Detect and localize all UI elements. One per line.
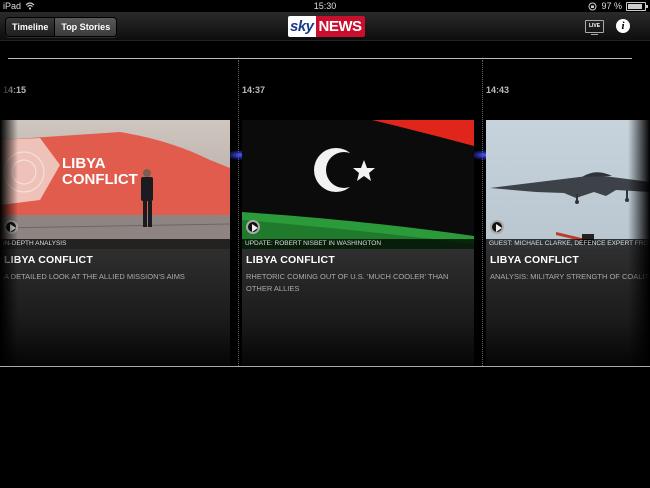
play-icon[interactable] — [4, 220, 18, 234]
logo-sky: sky — [288, 16, 316, 37]
story-card[interactable]: 14:15 LIBYA CONFLICT In-depth analysis — [0, 60, 230, 366]
story-info[interactable]: LIBYA CONFLICT Analysis: Military streng… — [486, 249, 650, 366]
play-icon[interactable] — [490, 220, 504, 234]
story-summary: A detailed look at the allied mission's … — [4, 272, 185, 281]
video-caption: In-depth analysis — [0, 239, 230, 249]
story-summary: Rhetoric coming out of U.S. 'much cooler… — [246, 272, 449, 293]
story-time: 14:43 — [486, 85, 510, 95]
status-time: 15:30 — [313, 1, 337, 11]
tab-timeline[interactable]: Timeline — [6, 18, 55, 36]
story-divider — [238, 60, 239, 366]
story-summary: Analysis: Military strength of coalition — [490, 272, 650, 281]
live-tv-button[interactable]: LIVE — [585, 20, 604, 35]
play-icon[interactable] — [246, 220, 260, 234]
story-info[interactable]: LIBYA CONFLICT A detailed look at the al… — [0, 249, 230, 366]
orientation-lock-icon — [588, 2, 597, 10]
story-divider — [482, 60, 483, 366]
logo-news: NEWS — [315, 16, 365, 37]
studio-map-image: LIBYA CONFLICT — [0, 120, 230, 249]
thumb-title-line1: LIBYA — [62, 155, 106, 172]
video-caption: Guest: Michael Clarke, Defence Expert fr… — [486, 239, 650, 249]
story-headline: LIBYA CONFLICT — [490, 254, 579, 266]
timeline-bottom-rule — [0, 366, 650, 367]
thumb-title-line2: CONFLICT — [62, 171, 138, 188]
tab-top-stories[interactable]: Top Stories — [54, 18, 117, 36]
story-thumbnail[interactable]: Update: Robert Nisbet in Washington — [242, 120, 474, 249]
info-button[interactable]: i — [616, 19, 630, 33]
battery-icon — [626, 1, 648, 11]
sky-news-logo: sky NEWS — [288, 16, 365, 37]
status-bar: iPad 15:30 97 % — [0, 0, 650, 12]
video-caption: Update: Robert Nisbet in Washington — [242, 239, 474, 249]
battery-percent: 97 % — [601, 1, 622, 11]
story-time: 14:37 — [242, 85, 266, 95]
story-headline: LIBYA CONFLICT — [4, 254, 93, 266]
view-segmented-control: Timeline Top Stories — [5, 17, 118, 37]
stealth-bomber-image — [486, 120, 650, 249]
story-thumbnail[interactable]: LIBYA CONFLICT In-depth analysis — [0, 120, 230, 249]
story-time: 14:15 — [3, 85, 27, 95]
timeline-top-rule — [8, 58, 632, 59]
story-info[interactable]: LIBYA CONFLICT Rhetoric coming out of U.… — [242, 249, 474, 366]
status-right: 97 % — [588, 0, 648, 12]
story-thumbnail[interactable]: Guest: Michael Clarke, Defence Expert fr… — [486, 120, 650, 249]
story-card[interactable]: 14:37 Update: Robert Nisbet in Washingto… — [242, 60, 474, 366]
story-card[interactable]: 14:43 Guest: Michael Clarke, Defence Exp… — [486, 60, 650, 366]
libya-flag-image — [242, 120, 474, 249]
navigation-bar: Timeline Top Stories sky NEWS LIVE i — [0, 12, 650, 41]
story-headline: LIBYA CONFLICT — [246, 254, 335, 266]
